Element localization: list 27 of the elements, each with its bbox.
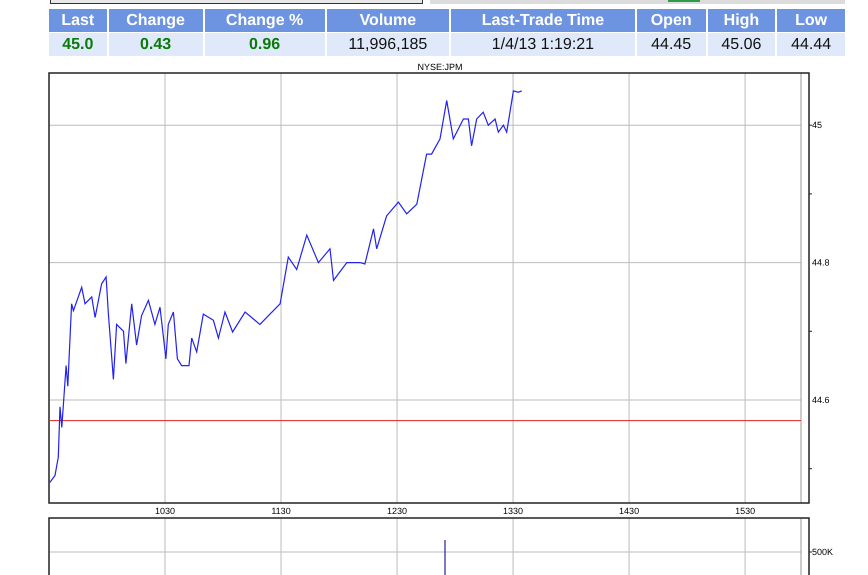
table-cell: 44.44 [777, 33, 845, 56]
axis-label: 1230 [387, 506, 408, 515]
axis-label: 1130 [271, 506, 291, 515]
column-header: Volume [326, 9, 450, 32]
column-header: High [708, 9, 776, 32]
table-cell: 45.06 [708, 33, 776, 56]
column-header: Open [636, 9, 706, 32]
table-cell: 45.0 [49, 33, 107, 56]
axis-label: 1330 [503, 506, 524, 515]
column-header: Change [108, 9, 202, 32]
chart-title: NYSE:JPM [418, 62, 462, 72]
axis-label: 500K [812, 547, 834, 557]
axis-label: 1430 [619, 506, 640, 515]
axis-label: 45 [812, 120, 822, 130]
table-cell: 11,996,185 [326, 33, 450, 56]
column-header: Change % [204, 9, 325, 32]
axis-label: 44.6 [812, 394, 830, 405]
column-header: Last [49, 9, 107, 32]
table-cell: 1/4/13 1:19:21 [451, 33, 635, 56]
column-header: Low [777, 9, 845, 32]
axis-label: 1530 [735, 506, 756, 515]
table-cell: 0.43 [108, 33, 202, 56]
axis-label: 44.8 [812, 258, 830, 268]
axis-label: 1030 [155, 506, 176, 515]
table-cell: 0.96 [204, 33, 325, 56]
table-cell: 44.45 [636, 33, 706, 56]
column-header: Last-Trade Time [451, 9, 635, 32]
